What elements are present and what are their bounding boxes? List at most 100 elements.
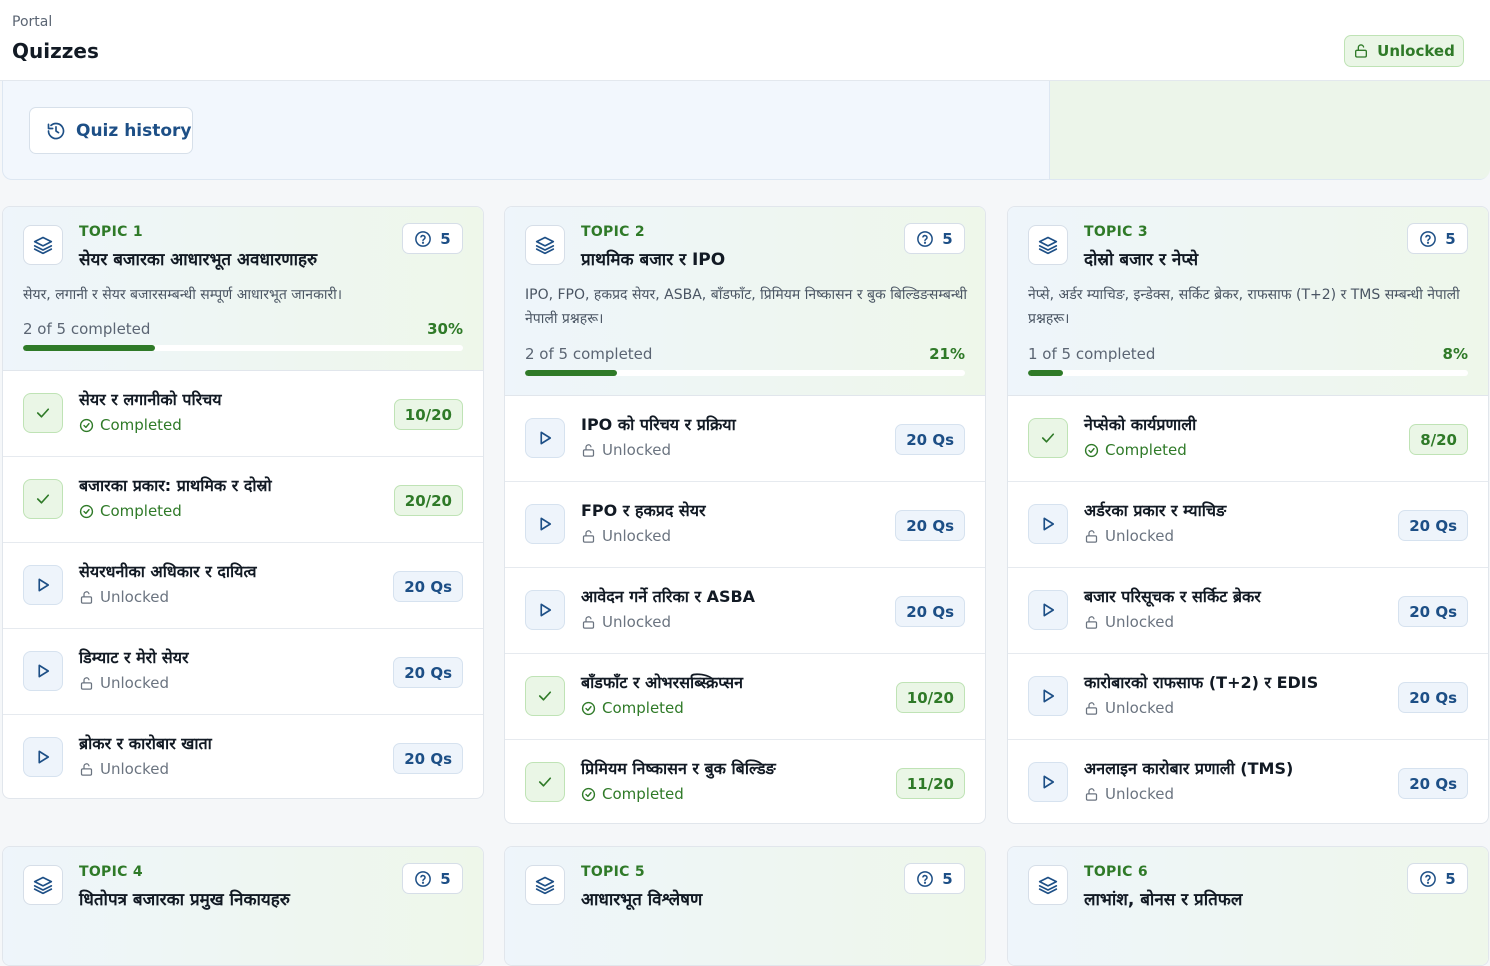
quiz-status-label: Completed [602, 699, 684, 717]
quiz-title[interactable]: सेयरधनीका अधिकार र दायित्व [79, 560, 257, 582]
topic-description: सेयर, लगानी र सेयर बजारसम्बन्धी सम्पूर्ण… [23, 287, 343, 303]
check-circle-icon [1084, 443, 1099, 458]
quiz-count: 5 [440, 229, 451, 248]
check-icon[interactable] [23, 479, 63, 519]
quiz-title[interactable]: अनलाइन कारोबार प्रणाली (TMS) [1084, 757, 1293, 779]
topic-card-header: TOPIC 4 धितोपत्र बजारका प्रमुख निकायहरु … [3, 847, 483, 965]
unlocked-status-badge: Unlocked [1344, 35, 1464, 67]
quiz-status-label: Unlocked [100, 760, 169, 778]
topic-card-header: TOPIC 6 लाभांश, बोनस र प्रतिफल 5 [1008, 847, 1488, 965]
topic-card-header: TOPIC 5 आधारभूत विश्लेषण 5 [505, 847, 985, 965]
check-icon[interactable] [1028, 418, 1068, 458]
breadcrumb[interactable]: Portal [12, 14, 52, 30]
quiz-count-badge: 5 [904, 863, 965, 894]
topic-label: TOPIC 3 [1084, 224, 1148, 240]
quiz-row[interactable]: अनलाइन कारोबार प्रणाली (TMS) Unlocked 20 Q… [1008, 740, 1488, 823]
help-circle-icon [1419, 230, 1437, 248]
quiz-row[interactable]: डिम्याट र मेरो सेयर Unlocked 20 Qs [3, 629, 483, 715]
quiz-row[interactable]: बजार परिसूचक र सर्किट ब्रेकर Unlocked 20 Q… [1008, 568, 1488, 654]
quiz-row[interactable]: नेप्सेको कार्यप्रणाली Completed 8/20 [1008, 396, 1488, 482]
progress-percent: 30% [427, 320, 463, 338]
quiz-title[interactable]: बजारका प्रकार: प्राथमिक र दोस्रो [79, 474, 272, 496]
topic-label: TOPIC 2 [581, 224, 645, 240]
quiz-title[interactable]: आवेदन गर्ने तरिका र ASBA [581, 585, 755, 607]
quiz-status: Completed [79, 416, 182, 434]
quiz-title[interactable]: सेयर र लगानीको परिचय [79, 388, 222, 410]
check-icon[interactable] [525, 676, 565, 716]
quiz-count-badge: 5 [1407, 863, 1468, 894]
quiz-title[interactable]: प्रिमियम निष्कासन र बुक बिल्डिङ [581, 757, 776, 779]
quiz-title[interactable]: IPO को परिचय र प्रक्रिया [581, 413, 736, 435]
quiz-title[interactable]: बजार परिसूचक र सर्किट ब्रेकर [1084, 585, 1261, 607]
quiz-status-label: Completed [100, 416, 182, 434]
play-icon[interactable] [525, 504, 565, 544]
progress-text: 1 of 5 completed [1028, 345, 1156, 363]
question-count-badge: 20 Qs [393, 743, 463, 774]
play-icon[interactable] [525, 418, 565, 458]
topic-title: दोस्रो बजार र नेप्से [1084, 250, 1199, 270]
topic-label: TOPIC 5 [581, 864, 645, 880]
quiz-status-label: Unlocked [602, 613, 671, 631]
question-count-badge: 20 Qs [895, 510, 965, 541]
play-icon[interactable] [1028, 762, 1068, 802]
topic-card-header: TOPIC 2 प्राथमिक बजार र IPO 5 IPO, FPO, … [505, 207, 985, 396]
quiz-title[interactable]: नेप्सेको कार्यप्रणाली [1084, 413, 1196, 435]
play-icon[interactable] [23, 565, 63, 605]
progress-fill [23, 345, 155, 351]
lock-icon [581, 443, 596, 458]
play-icon[interactable] [1028, 504, 1068, 544]
quiz-score-badge: 10/20 [393, 399, 463, 430]
play-icon[interactable] [1028, 590, 1068, 630]
topic-label: TOPIC 6 [1084, 864, 1148, 880]
quiz-history-button[interactable]: Quiz history [29, 107, 193, 154]
topic-card-3: TOPIC 3 दोस्रो बजार र नेप्से 5 नेप्से, अ… [1007, 206, 1489, 824]
quiz-row[interactable]: कारोबारको राफसाफ (T+2) र EDIS Unlocked 20 … [1008, 654, 1488, 740]
quiz-title[interactable]: FPO र हकप्रद सेयर [581, 499, 706, 521]
quiz-title[interactable]: बाँडफाँट र ओभरसब्स्क्रिप्सन [581, 671, 743, 693]
topic-card-4: TOPIC 4 धितोपत्र बजारका प्रमुख निकायहरु … [2, 846, 484, 966]
quiz-title[interactable]: कारोबारको राफसाफ (T+2) र EDIS [1084, 671, 1318, 693]
question-count-badge: 20 Qs [393, 657, 463, 688]
quiz-list: IPO को परिचय र प्रक्रिया Unlocked 20 Qs FPO… [505, 396, 985, 823]
quiz-row[interactable]: बजारका प्रकार: प्राथमिक र दोस्रो Complete… [3, 457, 483, 543]
quiz-status-label: Completed [100, 502, 182, 520]
topic-description: IPO, FPO, हकप्रद सेयर, ASBA, बाँडफाँट, प… [525, 287, 967, 327]
quiz-row[interactable]: IPO को परिचय र प्रक्रिया Unlocked 20 Qs [505, 396, 985, 482]
quiz-count: 5 [942, 869, 953, 888]
play-icon[interactable] [525, 590, 565, 630]
check-icon[interactable] [525, 762, 565, 802]
play-icon[interactable] [1028, 676, 1068, 716]
quiz-status: Unlocked [79, 760, 169, 778]
quiz-row[interactable]: सेयर र लगानीको परिचय Completed 10/20 [3, 371, 483, 457]
quiz-count: 5 [1445, 869, 1456, 888]
check-icon[interactable] [23, 393, 63, 433]
lock-icon [1084, 701, 1099, 716]
quiz-row[interactable]: बाँडफाँट र ओभरसब्स्क्रिप्सन Completed 10/2… [505, 654, 985, 740]
progress-fill [525, 370, 618, 376]
layers-icon [1028, 225, 1068, 265]
topic-title: सेयर बजारका आधारभूत अवधारणाहरु [79, 250, 318, 270]
quiz-status-label: Completed [602, 785, 684, 803]
quiz-row[interactable]: प्रिमियम निष्कासन र बुक बिल्डिङ Completed… [505, 740, 985, 823]
quiz-list: सेयर र लगानीको परिचय Completed 10/20 बजारका… [3, 371, 483, 798]
topic-card-header: TOPIC 3 दोस्रो बजार र नेप्से 5 नेप्से, अ… [1008, 207, 1488, 396]
quiz-row[interactable]: आवेदन गर्ने तरिका र ASBA Unlocked 20 Qs [505, 568, 985, 654]
quiz-row[interactable]: अर्डरका प्रकार र म्याचिङ Unlocked 20 Qs [1008, 482, 1488, 568]
lock-icon [79, 590, 94, 605]
quiz-status: Completed [79, 502, 182, 520]
quiz-title[interactable]: अर्डरका प्रकार र म्याचिङ [1084, 499, 1226, 521]
quiz-row[interactable]: FPO र हकप्रद सेयर Unlocked 20 Qs [505, 482, 985, 568]
unlocked-status-label: Unlocked [1377, 42, 1455, 60]
help-circle-icon [1419, 870, 1437, 888]
quiz-status: Completed [581, 699, 684, 717]
topic-label: TOPIC 1 [79, 224, 143, 240]
quiz-row[interactable]: ब्रोकर र कारोबार खाता Unlocked 20 Qs [3, 715, 483, 798]
quiz-title[interactable]: ब्रोकर र कारोबार खाता [79, 732, 212, 754]
quiz-count-badge: 5 [402, 863, 463, 894]
play-icon[interactable] [23, 651, 63, 691]
play-icon[interactable] [23, 737, 63, 777]
quiz-title[interactable]: डिम्याट र मेरो सेयर [79, 646, 189, 668]
question-count-badge: 20 Qs [393, 571, 463, 602]
quiz-row[interactable]: सेयरधनीका अधिकार र दायित्व Unlocked 20 Qs [3, 543, 483, 629]
lock-icon [1084, 787, 1099, 802]
